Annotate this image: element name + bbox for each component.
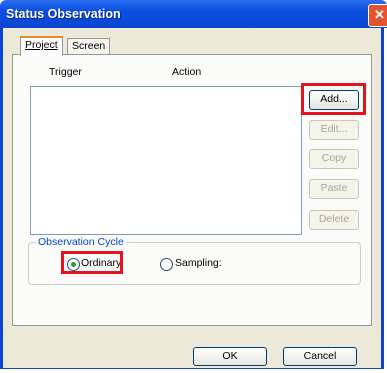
copy-button[interactable]: Copy [309, 149, 359, 169]
delete-button[interactable]: Delete [309, 210, 359, 230]
status-observation-dialog: Status Observation ✕ Project Screen Trig… [0, 0, 387, 373]
tab-project[interactable]: Project [20, 36, 63, 56]
window-title: Status Observation [6, 7, 121, 21]
add-button-highlight [301, 83, 366, 115]
radio-sampling[interactable] [160, 258, 173, 271]
column-header-trigger: Trigger [49, 66, 82, 78]
close-icon[interactable]: ✕ [368, 4, 387, 27]
paste-button[interactable]: Paste [309, 179, 359, 199]
ok-button[interactable]: OK [193, 347, 267, 366]
tab-project-label: Project [25, 39, 58, 51]
column-header-action: Action [172, 66, 202, 78]
tab-screen-label: Screen [72, 40, 106, 52]
edit-button[interactable]: Edit... [309, 120, 359, 140]
observation-cycle-label: Observation Cycle [36, 236, 126, 248]
ordinary-highlight [61, 251, 123, 274]
observation-list[interactable] [30, 86, 302, 235]
radio-sampling-label[interactable]: Sampling: [175, 257, 222, 269]
cancel-button[interactable]: Cancel [283, 347, 357, 366]
title-bar[interactable]: Status Observation ✕ [0, 0, 387, 28]
tab-screen[interactable]: Screen [67, 38, 111, 55]
